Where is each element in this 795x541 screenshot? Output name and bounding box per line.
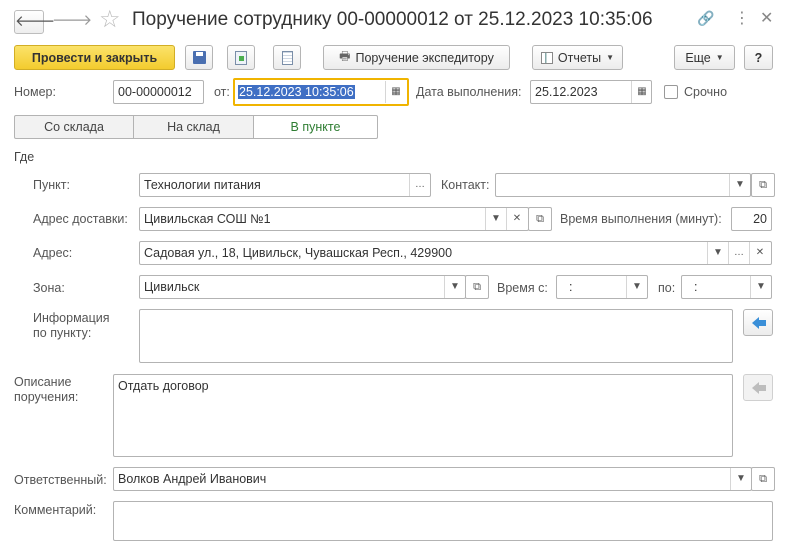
- chevron-down-icon[interactable]: ▼: [444, 276, 465, 298]
- open-delivery-button[interactable]: ⧉: [528, 207, 552, 231]
- arrow-left-icon: [752, 382, 759, 394]
- clear-icon[interactable]: ✕: [506, 208, 527, 230]
- point-info-textarea[interactable]: [139, 309, 733, 363]
- open-zone-button[interactable]: ⧉: [465, 275, 489, 299]
- post-and-close-button[interactable]: Провести и закрыть: [14, 45, 175, 70]
- delivery-address-field[interactable]: Цивильская СОШ №1 ▼ ✕: [139, 207, 529, 231]
- open-window-icon: ⧉: [759, 179, 767, 191]
- number-label: Номер:: [14, 85, 56, 99]
- delivery-address-label: Адрес доставки:: [33, 212, 128, 226]
- where-group-label: Где: [14, 150, 35, 164]
- help-button[interactable]: ?: [744, 45, 773, 70]
- arrow-left-icon: [752, 317, 759, 329]
- time-to-label: по:: [658, 281, 676, 295]
- clear-icon[interactable]: ✕: [749, 242, 770, 264]
- execution-time-label: Время выполнения (минут):: [560, 212, 722, 226]
- responsible-field[interactable]: Волков Андрей Иванович ▼: [113, 467, 752, 491]
- tab-from-warehouse[interactable]: Со склада: [14, 115, 134, 139]
- chevron-down-icon[interactable]: ▼: [750, 276, 771, 298]
- post-doc-icon: [235, 50, 247, 65]
- more-dropdown[interactable]: Еще ▼: [674, 45, 735, 70]
- arrow-right-icon: 🡒: [52, 12, 93, 29]
- favorite-star-icon[interactable]: ☆: [99, 6, 121, 34]
- urgent-checkbox[interactable]: [664, 85, 678, 99]
- ellipsis-icon[interactable]: …: [409, 174, 430, 196]
- window-title: Поручение сотруднику 00-00000012 от 25.1…: [132, 9, 653, 30]
- nav-back-button[interactable]: 🡐: [14, 10, 55, 34]
- chevron-down-icon[interactable]: ▼: [626, 276, 647, 298]
- journal-button[interactable]: [273, 45, 301, 70]
- save-icon: [192, 51, 206, 64]
- contact-label: Контакт:: [441, 178, 490, 192]
- save-button[interactable]: [185, 45, 213, 70]
- chevron-down-icon[interactable]: ▼: [729, 174, 750, 196]
- ellipsis-icon[interactable]: …: [728, 242, 749, 264]
- tab-at-point[interactable]: В пункте: [253, 115, 378, 139]
- date-from-field[interactable]: 25.12.2023 10:35:06 ▦: [233, 78, 409, 106]
- chevron-down-icon: ▼: [715, 53, 724, 62]
- point-field[interactable]: Технологии питания …: [139, 173, 431, 197]
- zone-field[interactable]: Цивильск ▼: [139, 275, 466, 299]
- urgent-label[interactable]: Срочно: [684, 85, 727, 99]
- copy-info-button[interactable]: [743, 309, 773, 336]
- nav-forward-button[interactable]: 🡒: [52, 10, 92, 34]
- contact-field[interactable]: ▼: [495, 173, 751, 197]
- comment-label: Комментарий:: [14, 503, 97, 517]
- open-window-icon: ⧉: [759, 473, 767, 485]
- execution-time-field[interactable]: 20: [731, 207, 772, 231]
- tab-to-warehouse[interactable]: На склад: [133, 115, 254, 139]
- time-from-label: Время с:: [497, 281, 548, 295]
- description-label: Описание поручения:: [14, 375, 79, 404]
- link-icon[interactable]: 🔗: [697, 10, 714, 27]
- chevron-down-icon[interactable]: ▼: [707, 242, 728, 264]
- address-field[interactable]: Садовая ул., 18, Цивильск, Чувашская Рес…: [139, 241, 772, 265]
- calendar-icon[interactable]: ▦: [385, 81, 406, 103]
- open-responsible-button[interactable]: ⧉: [751, 467, 775, 491]
- reports-icon: [540, 51, 553, 64]
- open-window-icon: ⧉: [473, 281, 481, 293]
- printer-icon: 🖶: [339, 49, 351, 63]
- point-info-label: Информация по пункту:: [33, 311, 110, 340]
- close-icon[interactable]: ✕: [760, 8, 773, 28]
- more-vert-icon[interactable]: ⋮: [734, 8, 750, 28]
- due-date-field[interactable]: 25.12.2023 ▦: [530, 80, 652, 104]
- comment-textarea[interactable]: [113, 501, 773, 541]
- chevron-down-icon[interactable]: ▼: [485, 208, 506, 230]
- number-field[interactable]: 00-00000012: [113, 80, 204, 104]
- from-label: от:: [214, 85, 230, 99]
- journal-icon: [281, 50, 293, 65]
- post-button[interactable]: [227, 45, 255, 70]
- arrow-left-icon: 🡐: [15, 13, 56, 30]
- address-label: Адрес:: [33, 246, 73, 260]
- description-textarea[interactable]: Отдать договор: [113, 374, 733, 457]
- open-window-icon: ⧉: [536, 213, 544, 225]
- time-to-field[interactable]: : ▼: [681, 275, 772, 299]
- open-contact-button[interactable]: ⧉: [751, 173, 775, 197]
- reports-dropdown[interactable]: Отчеты ▼: [532, 45, 623, 70]
- due-date-label: Дата выполнения:: [416, 85, 522, 99]
- calendar-icon[interactable]: ▦: [631, 81, 652, 103]
- chevron-down-icon: ▼: [606, 53, 615, 62]
- responsible-label: Ответственный:: [14, 473, 107, 487]
- date-from-selected-text: 25.12.2023 10:35:06: [238, 85, 355, 99]
- point-label: Пункт:: [33, 178, 70, 192]
- time-from-field[interactable]: : ▼: [556, 275, 648, 299]
- zone-label: Зона:: [33, 281, 65, 295]
- courier-task-button[interactable]: 🖶 Поручение экспедитору: [323, 45, 510, 70]
- copy-description-button[interactable]: [743, 374, 773, 401]
- chevron-down-icon[interactable]: ▼: [730, 468, 751, 490]
